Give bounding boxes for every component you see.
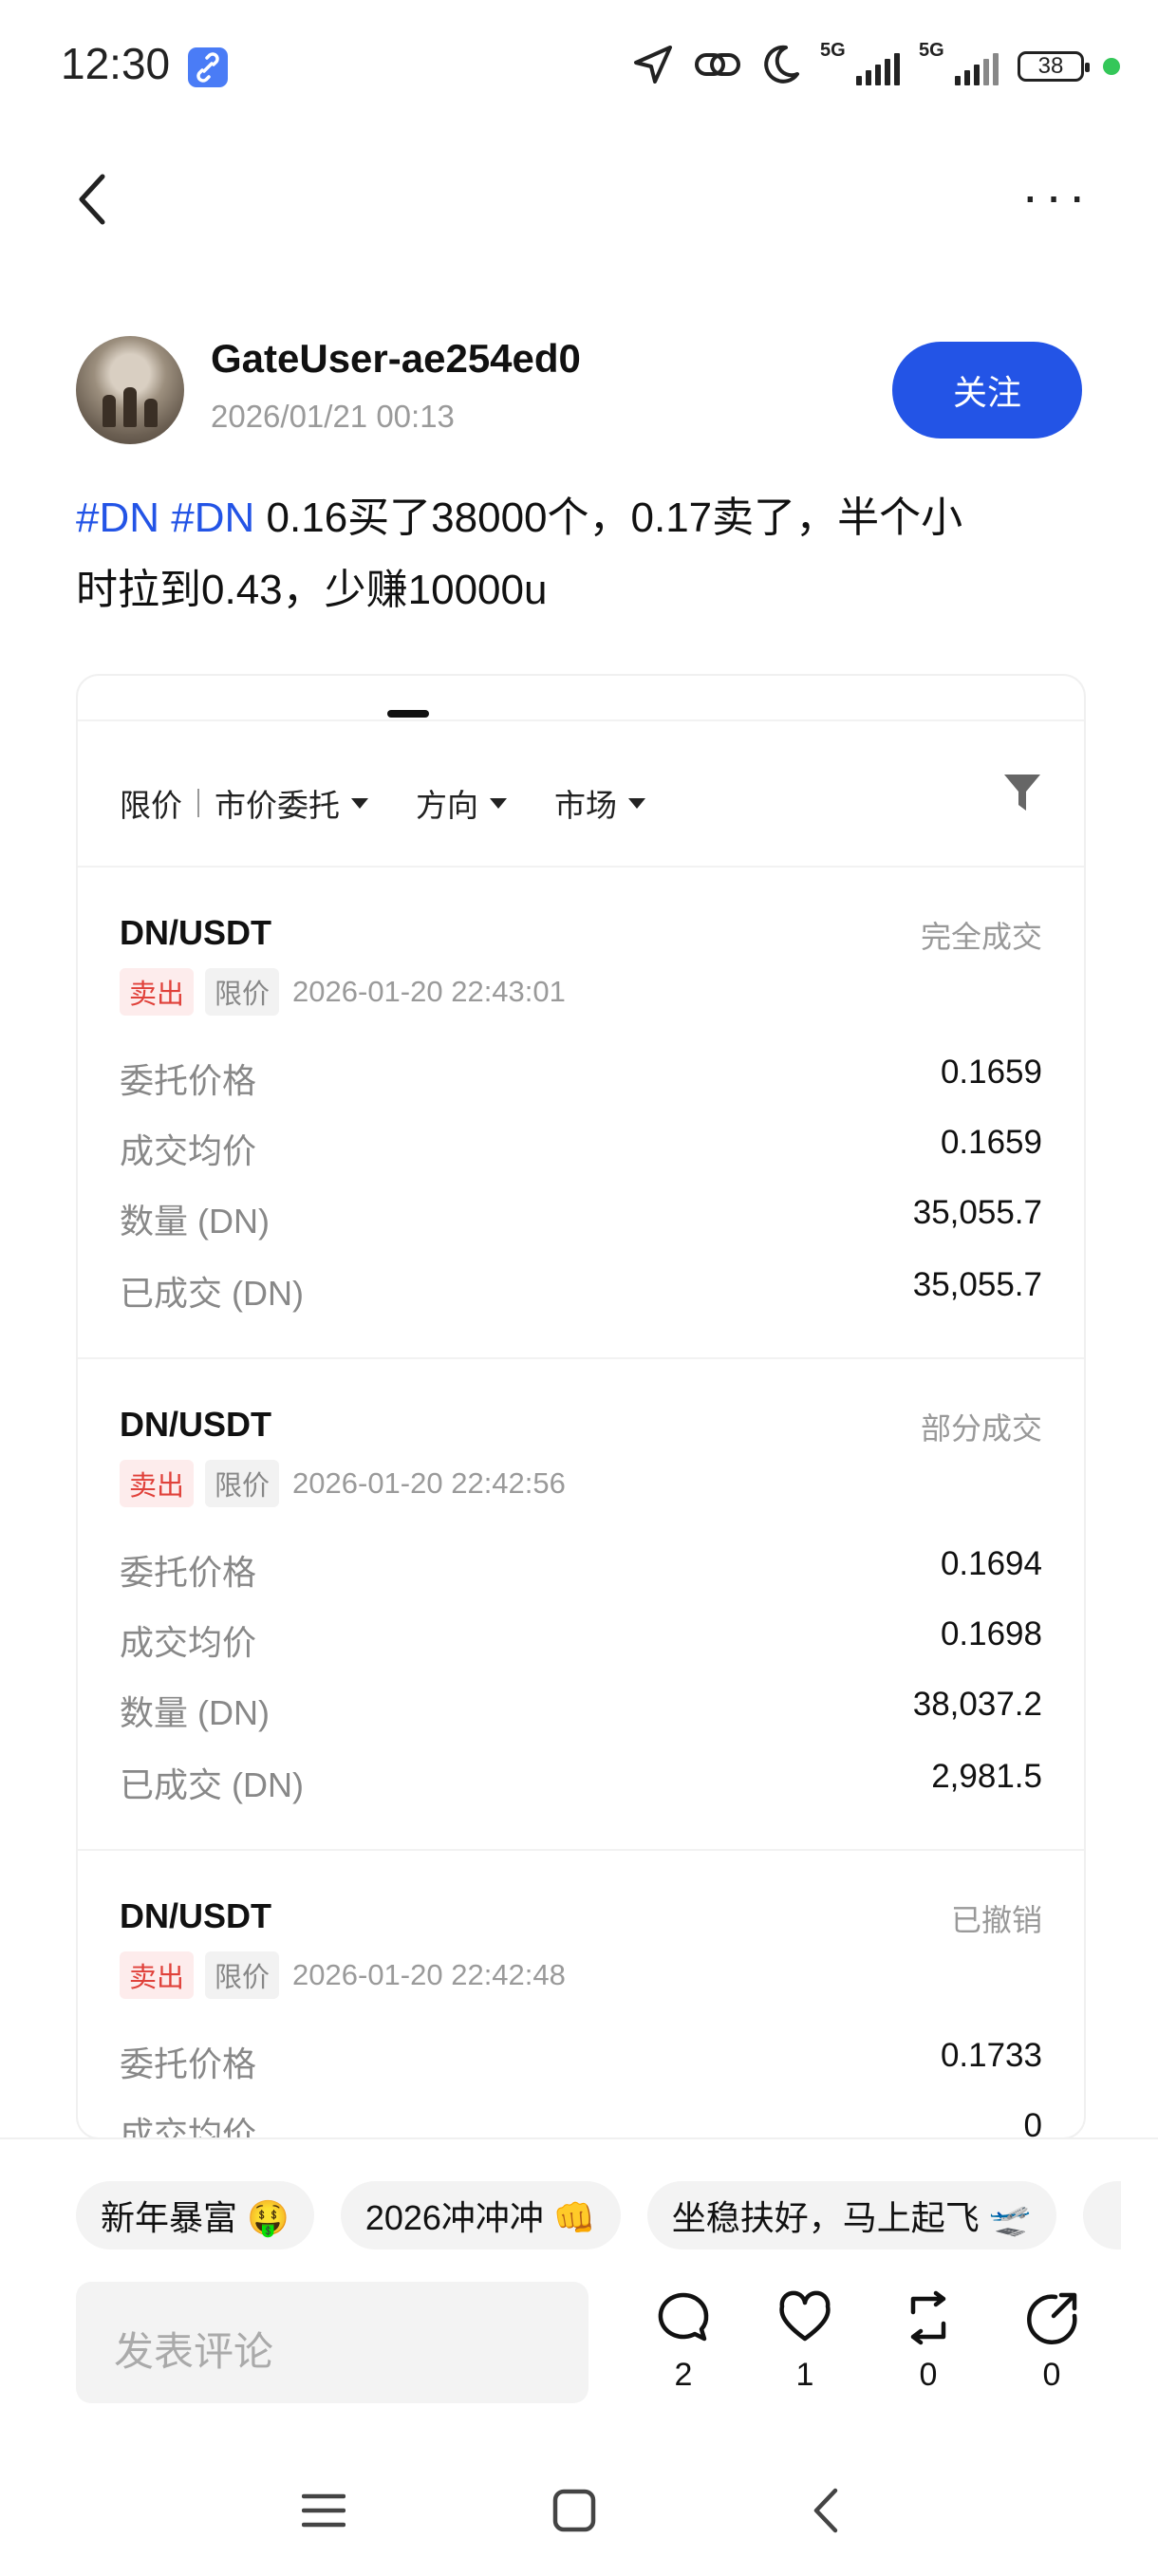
comment-action[interactable]: 2 xyxy=(645,2289,721,2394)
market-filter[interactable]: 市场 xyxy=(554,780,645,826)
heart-icon xyxy=(779,2290,831,2342)
filter-bar: 限价 市价委托 方向 市场 xyxy=(120,775,693,831)
order-row: 委托价格 0.1694 xyxy=(120,1545,1042,1592)
follow-button[interactable]: 关注 xyxy=(892,342,1082,439)
like-action[interactable]: 1 xyxy=(767,2289,843,2394)
order-type-filter[interactable]: 限价 市价委托 xyxy=(120,780,368,826)
order-row: 已成交 (DN) 35,055.7 xyxy=(120,1266,1042,1313)
order-time: 2026-01-20 22:42:56 xyxy=(292,1466,566,1500)
signal-icon: 5G xyxy=(820,40,900,85)
order-status: 完全成交 xyxy=(920,920,1042,954)
order-pair: DN/USDT xyxy=(120,1896,271,1935)
filter-direction-label: 方向 xyxy=(416,788,478,823)
type-badge: 限价 xyxy=(205,1460,280,1507)
type-badge: 限价 xyxy=(205,1951,280,1999)
green-dot-icon xyxy=(1103,58,1120,75)
post-text-line: 时拉到0.43，少赚10000u xyxy=(76,567,548,613)
like-count: 1 xyxy=(795,2357,814,2393)
caret-down-icon xyxy=(490,797,507,809)
order-row: 委托价格 0.1733 xyxy=(120,2037,1042,2083)
order-time: 2026-01-20 22:43:01 xyxy=(292,975,566,1008)
filter-market-label: 市场 xyxy=(554,788,617,823)
more-options-button[interactable]: ··· xyxy=(1021,169,1092,222)
chevron-left-icon xyxy=(79,174,105,225)
comment-count: 2 xyxy=(674,2357,693,2393)
order-badges: 卖出 限价 2026-01-20 22:42:48 xyxy=(120,1951,566,1999)
side-badge: 卖出 xyxy=(120,1951,195,1999)
post-date: 2026/01/21 00:13 xyxy=(211,399,455,434)
quick-reply-chip[interactable]: 新年暴富 🤑 xyxy=(76,2181,314,2249)
repost-icon xyxy=(910,2290,946,2345)
order-history-card[interactable]: 限价 市价委托 方向 市场 DN/USDT 完全成交 卖出 限价 2026-01… xyxy=(76,674,1086,2139)
order-row: 成交均价 0 xyxy=(120,2107,1042,2139)
divider xyxy=(78,866,1084,868)
caret-down-icon xyxy=(628,797,645,809)
order-row: 数量 (DN) 35,055.7 xyxy=(120,1194,1042,1241)
repost-action[interactable]: 0 xyxy=(890,2289,966,2394)
status-icons: 5G 5G 38 xyxy=(632,38,1120,95)
hashtag-link[interactable]: #DN xyxy=(171,495,254,541)
side-badge: 卖出 xyxy=(120,968,195,1016)
system-nav-bar xyxy=(0,2449,1158,2574)
order-row: 已成交 (DN) 2,981.5 xyxy=(120,1758,1042,1804)
comment-input[interactable]: 发表评论 xyxy=(76,2282,588,2403)
divider xyxy=(78,1357,1084,1359)
post-text-line: 0.16买了38000个，0.17卖了，半个小 xyxy=(254,495,963,541)
moon-icon xyxy=(761,44,801,90)
back-triangle-icon[interactable] xyxy=(809,2487,843,2534)
share-action[interactable]: 0 xyxy=(1014,2289,1090,2394)
order-pair: DN/USDT xyxy=(120,913,271,952)
share-count: 0 xyxy=(1042,2357,1061,2393)
type-badge: 限价 xyxy=(205,968,280,1016)
home-square-icon[interactable] xyxy=(552,2489,596,2532)
avatar[interactable] xyxy=(76,336,184,444)
order-row: 数量 (DN) 38,037.2 xyxy=(120,1686,1042,1732)
filter-funnel-icon[interactable] xyxy=(1002,771,1042,819)
order-badges: 卖出 限价 2026-01-20 22:42:56 xyxy=(120,1460,566,1507)
order-status: 已撤销 xyxy=(950,1903,1042,1937)
side-badge: 卖出 xyxy=(120,1460,195,1507)
hashtag-link[interactable]: #DN xyxy=(76,495,159,541)
caret-down-icon xyxy=(351,797,368,809)
quick-reply-chip[interactable]: 2026冲冲冲 👊 xyxy=(340,2181,621,2249)
comment-placeholder: 发表评论 xyxy=(114,2329,274,2374)
username[interactable]: GateUser-ae254ed0 xyxy=(211,336,581,382)
divider xyxy=(197,789,199,817)
quick-reply-chip[interactable] xyxy=(1082,2181,1121,2249)
filter-limit-label: 限价 xyxy=(120,788,182,823)
status-bar: 12:30 5G 5G 38 xyxy=(0,0,1158,133)
back-button[interactable] xyxy=(74,171,112,233)
quick-reply-chips: 新年暴富 🤑 2026冲冲冲 👊 坐稳扶好，马上起飞 🛫 xyxy=(76,2181,1121,2249)
repost-count: 0 xyxy=(919,2357,938,2393)
direction-filter[interactable]: 方向 xyxy=(416,780,507,826)
share-icon xyxy=(1027,2292,1077,2344)
link-badge-icon xyxy=(188,47,228,87)
clock: 12:30 xyxy=(61,39,171,88)
order-pair: DN/USDT xyxy=(120,1405,271,1444)
order-badges: 卖出 限价 2026-01-20 22:43:01 xyxy=(120,968,566,1016)
menu-icon[interactable] xyxy=(302,2489,346,2532)
order-row: 成交均价 0.1698 xyxy=(120,1615,1042,1662)
order-time: 2026-01-20 22:42:48 xyxy=(292,1958,566,1991)
quick-reply-chip[interactable]: 坐稳扶好，马上起飞 🛫 xyxy=(646,2181,1056,2249)
post-body: #DN #DN 0.16买了38000个，0.17卖了，半个小 时拉到0.43，… xyxy=(76,482,1082,626)
filter-market-order-label: 市价委托 xyxy=(215,788,340,823)
order-status: 部分成交 xyxy=(920,1411,1042,1446)
signal-icon: 5G xyxy=(919,40,999,85)
order-row: 成交均价 0.1659 xyxy=(120,1124,1042,1170)
order-row: 委托价格 0.1659 xyxy=(120,1054,1042,1100)
location-arrow-icon xyxy=(632,44,674,90)
divider xyxy=(78,1849,1084,1851)
battery-icon: 38 xyxy=(1018,51,1090,82)
link-icon xyxy=(693,44,742,90)
active-tab-indicator xyxy=(387,710,429,718)
divider xyxy=(78,719,1084,721)
comment-icon xyxy=(658,2292,709,2342)
